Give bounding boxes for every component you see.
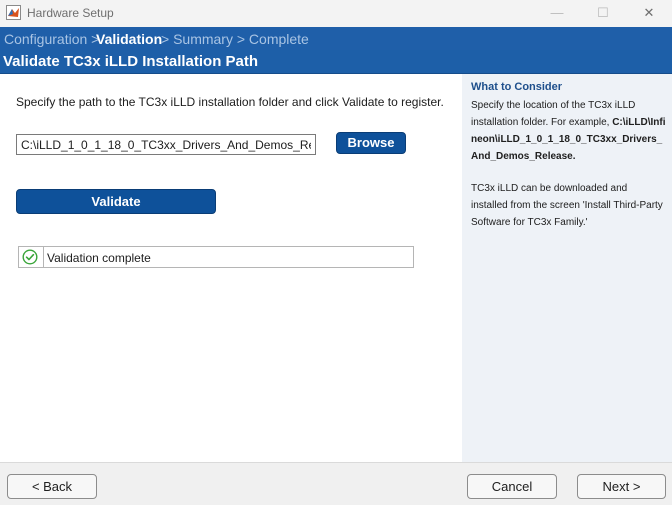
help-paragraph-location: Specify the location of the TC3x iLLD in… (471, 97, 666, 165)
minimize-icon[interactable]: — (534, 0, 580, 27)
validation-status-text: Validation complete (47, 251, 151, 265)
footer-bar: < Back Cancel Next > (0, 462, 672, 505)
page-title: Validate TC3x iLLD Installation Path (3, 53, 259, 70)
install-path-input[interactable] (16, 134, 316, 155)
cancel-button[interactable]: Cancel (467, 474, 557, 499)
breadcrumb-validation: Validation (96, 31, 163, 47)
window-title: Hardware Setup (27, 6, 114, 20)
help-paragraph-download: TC3x iLLD can be downloaded and installe… (471, 183, 663, 228)
maximize-icon[interactable]: ☐ (580, 0, 626, 27)
page-header: Validate TC3x iLLD Installation Path (0, 50, 672, 74)
validation-status-row: Validation complete (18, 246, 414, 268)
browse-button[interactable]: Browse (336, 132, 406, 154)
help-location-text: Specify the location of the TC3x iLLD in… (471, 100, 636, 128)
back-button[interactable]: < Back (7, 474, 97, 499)
close-icon[interactable]: ✕ (626, 0, 672, 27)
status-icon-cell (19, 247, 44, 267)
instruction-text: Specify the path to the TC3x iLLD instal… (16, 95, 444, 109)
help-panel: What to Consider Specify the location of… (462, 74, 672, 462)
breadcrumb: Configuration > Validation > Summary > C… (0, 27, 672, 50)
check-circle-icon (22, 249, 38, 265)
title-bar: Hardware Setup — ☐ ✕ (0, 0, 672, 27)
matlab-logo-icon (6, 5, 21, 20)
breadcrumb-summary-complete: > Summary > Complete (161, 31, 309, 47)
validate-button[interactable]: Validate (16, 189, 216, 214)
breadcrumb-configuration: Configuration > (4, 31, 100, 47)
next-button[interactable]: Next > (577, 474, 666, 499)
help-heading: What to Consider (471, 81, 563, 93)
